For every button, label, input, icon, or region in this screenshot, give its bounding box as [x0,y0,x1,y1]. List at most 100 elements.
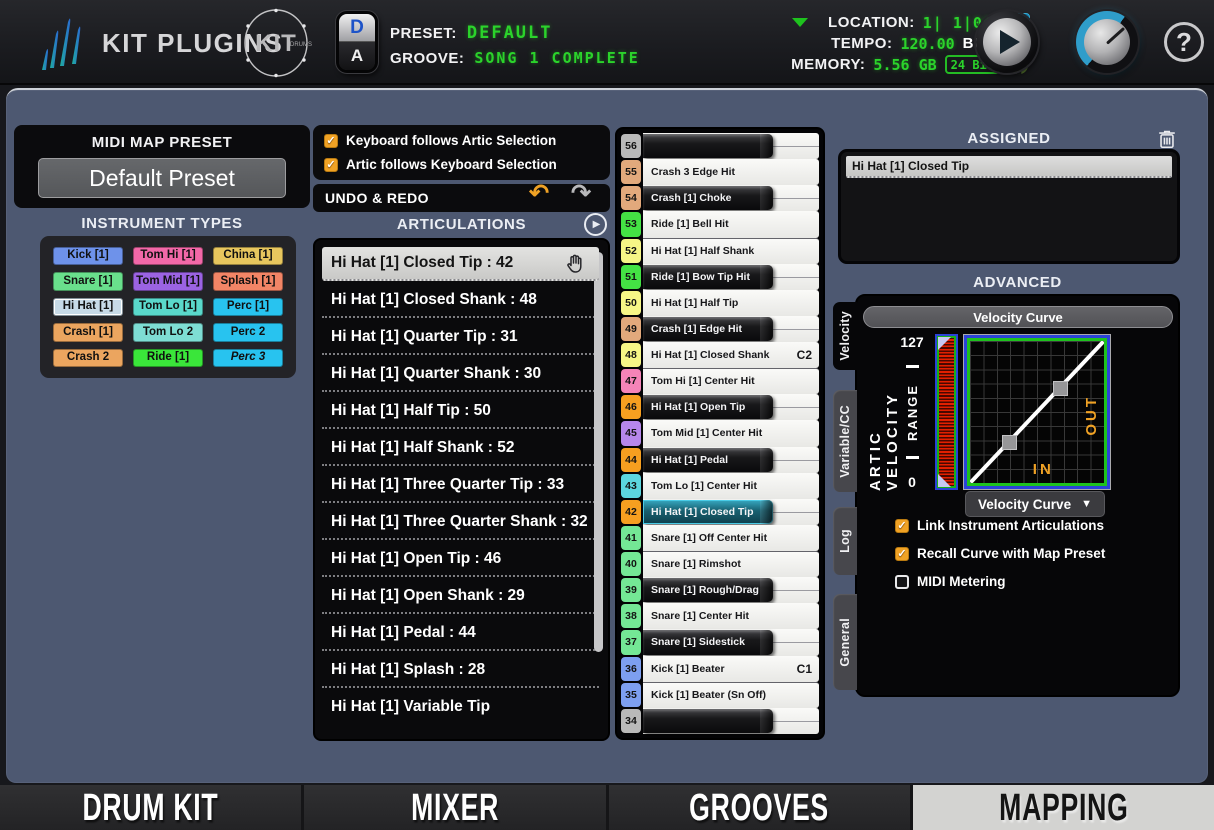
articulation-item[interactable]: Hi Hat [1] Three Quarter Shank : 32 [322,503,599,540]
key-38-snare-1-center-hit[interactable]: Snare [1] Center Hit [643,603,819,629]
checked-checkbox-icon[interactable]: ✓ [324,134,338,148]
tab-grooves[interactable]: GROOVES [609,785,910,830]
velocity-curve-dropdown[interactable]: Velocity Curve ▼ [965,491,1105,517]
instrument-button-tom-hi-1[interactable]: Tom Hi [1] [133,247,203,265]
instrument-button-kick-1[interactable]: Kick [1] [53,247,123,265]
key-number-badge[interactable]: 34 [621,709,641,733]
key-number-badge[interactable]: 42 [621,500,641,524]
tab-velocity[interactable]: Velocity [833,302,857,370]
tab-log[interactable]: Log [833,507,857,575]
da-toggle-analog[interactable]: A [339,42,375,70]
redo-icon[interactable]: ↷ [571,182,591,206]
trash-icon[interactable] [1156,128,1178,150]
key-39-snare-1-rough-drag[interactable]: Snare [1] Rough/Drag [643,577,819,603]
curve-handle[interactable] [1002,435,1017,450]
instrument-button-tom-mid-1[interactable]: Tom Mid [1] [133,272,203,290]
key-35-kick-1-beater-sn-off[interactable]: Kick [1] Beater (Sn Off) [643,682,819,708]
key-51-ride-1-bow-tip-hit[interactable]: Ride [1] Bow Tip Hit [643,264,819,290]
instrument-button-snare-1[interactable]: Snare [1] [53,272,123,290]
volume-knob[interactable] [1076,11,1138,73]
key-41-snare-1-off-center-hit[interactable]: Snare [1] Off Center Hit [643,525,819,551]
key-number-badge[interactable]: 36 [621,657,641,681]
assigned-articulation[interactable]: Hi Hat [1] Closed Tip [846,156,1172,178]
curve-handle[interactable] [1053,381,1068,396]
articulation-item[interactable]: Hi Hat [1] Quarter Tip : 31 [322,318,599,355]
instrument-button-hi-hat-1[interactable]: Hi Hat [1] [53,298,123,316]
instrument-button-tom-lo-1[interactable]: Tom Lo [1] [133,298,203,316]
key-number-badge[interactable]: 45 [621,421,641,445]
articulations-expand-icon[interactable]: ▶ [584,213,607,236]
tab-drum-kit[interactable]: DRUM KIT [0,785,301,830]
advanced-option-midi-metering[interactable]: MIDI Metering [895,574,1105,589]
play-button[interactable] [976,11,1038,73]
articulation-item[interactable]: Hi Hat [1] Half Tip : 50 [322,392,599,429]
key-number-badge[interactable]: 54 [621,186,641,210]
checked-checkbox-icon[interactable]: ✓ [895,519,909,533]
articulation-item[interactable]: Hi Hat [1] Splash : 28 [322,651,599,688]
articulation-item[interactable]: Hi Hat [1] Closed Shank : 48 [322,281,599,318]
key-40-snare-1-rimshot[interactable]: Snare [1] Rimshot [643,551,819,577]
velocity-range-slider[interactable] [935,334,958,490]
key-49-crash-1-edge-hit[interactable]: Crash [1] Edge Hit [643,316,819,342]
instrument-button-splash-1[interactable]: Splash [1] [213,272,283,290]
articulation-item[interactable]: Hi Hat [1] Open Shank : 29 [322,577,599,614]
tab-variable-cc[interactable]: Variable/CC [833,390,857,492]
key-number-badge[interactable]: 43 [621,474,641,498]
key-number-badge[interactable]: 35 [621,683,641,707]
key-number-badge[interactable]: 49 [621,317,641,341]
tempo-value[interactable]: 120.00 [900,35,954,53]
instrument-button-perc-1[interactable]: Perc [1] [213,298,283,316]
key-55-crash-3-edge-hit[interactable]: Crash 3 Edge Hit [643,159,819,185]
key-34[interactable] [643,708,819,734]
key-number-badge[interactable]: 53 [621,212,641,236]
key-number-badge[interactable]: 52 [621,239,641,263]
key-37-snare-1-sidestick[interactable]: Snare [1] Sidestick [643,629,819,655]
advanced-option-link-instrument-articulations[interactable]: ✓Link Instrument Articulations [895,518,1105,533]
key-53-ride-1-bell-hit[interactable]: Ride [1] Bell Hit [643,211,819,237]
location-dropdown-icon[interactable] [792,18,808,27]
key-number-badge[interactable]: 51 [621,265,641,289]
articulation-item[interactable]: Hi Hat [1] Half Shank : 52 [322,429,599,466]
da-toggle[interactable]: D A [336,11,378,73]
key-number-badge[interactable]: 47 [621,369,641,393]
da-toggle-digital[interactable]: D [339,14,375,42]
checked-checkbox-icon[interactable]: ✓ [324,158,338,172]
preset-value[interactable]: DEFAULT [467,23,553,43]
instrument-button-perc-3[interactable]: Perc 3 [213,349,283,367]
key-43-tom-lo-1-center-hit[interactable]: Tom Lo [1] Center Hit [643,473,819,499]
key-48-hi-hat-1-closed-shank[interactable]: Hi Hat [1] Closed ShankC2 [643,342,819,368]
articulation-item[interactable]: Hi Hat [1] Pedal : 44 [322,614,599,651]
unchecked-checkbox-icon[interactable] [895,575,909,589]
key-44-hi-hat-1-pedal[interactable]: Hi Hat [1] Pedal [643,447,819,473]
instrument-button-crash-2[interactable]: Crash 2 [53,349,123,367]
checked-checkbox-icon[interactable]: ✓ [895,547,909,561]
key-45-tom-mid-1-center-hit[interactable]: Tom Mid [1] Center Hit [643,420,819,446]
tab-general[interactable]: General [833,594,857,690]
range-top-marker[interactable] [938,337,951,350]
articulation-item[interactable]: Hi Hat [1] Three Quarter Tip : 33 [322,466,599,503]
articulation-item-selected[interactable]: Hi Hat [1] Closed Tip : 42 [322,247,599,281]
help-button[interactable]: ? [1164,22,1204,62]
velocity-curve-plot[interactable]: IN OUT [970,341,1104,483]
articulation-item[interactable]: Hi Hat [1] Quarter Shank : 30 [322,355,599,392]
follow-option-artic-follows-keyboard-selection[interactable]: ✓Artic follows Keyboard Selection [324,157,599,172]
groove-value[interactable]: SONG 1 COMPLETE [474,49,639,67]
key-number-badge[interactable]: 55 [621,160,641,184]
instrument-button-tom-lo-2[interactable]: Tom Lo 2 [133,323,203,341]
key-54-crash-1-choke[interactable]: Crash [1] Choke [643,185,819,211]
tab-mixer[interactable]: MIXER [304,785,605,830]
instrument-button-china-1[interactable]: China [1] [213,247,283,265]
key-50-hi-hat-1-half-tip[interactable]: Hi Hat [1] Half Tip [643,290,819,316]
tab-mapping[interactable]: MAPPING [913,785,1214,830]
key-52-hi-hat-1-half-shank[interactable]: Hi Hat [1] Half Shank [643,238,819,264]
key-56[interactable] [643,133,819,159]
key-42-hi-hat-1-closed-tip[interactable]: Hi Hat [1] Closed Tip [643,499,819,525]
key-number-badge[interactable]: 37 [621,630,641,654]
midi-map-preset-selector[interactable]: Default Preset [38,158,286,198]
key-number-badge[interactable]: 40 [621,552,641,576]
articulation-item[interactable]: Hi Hat [1] Open Tip : 46 [322,540,599,577]
undo-icon[interactable]: ↶ [529,182,549,206]
key-number-badge[interactable]: 48 [621,343,641,367]
key-number-badge[interactable]: 38 [621,604,641,628]
articulation-item[interactable]: Hi Hat [1] Variable Tip [322,688,599,725]
